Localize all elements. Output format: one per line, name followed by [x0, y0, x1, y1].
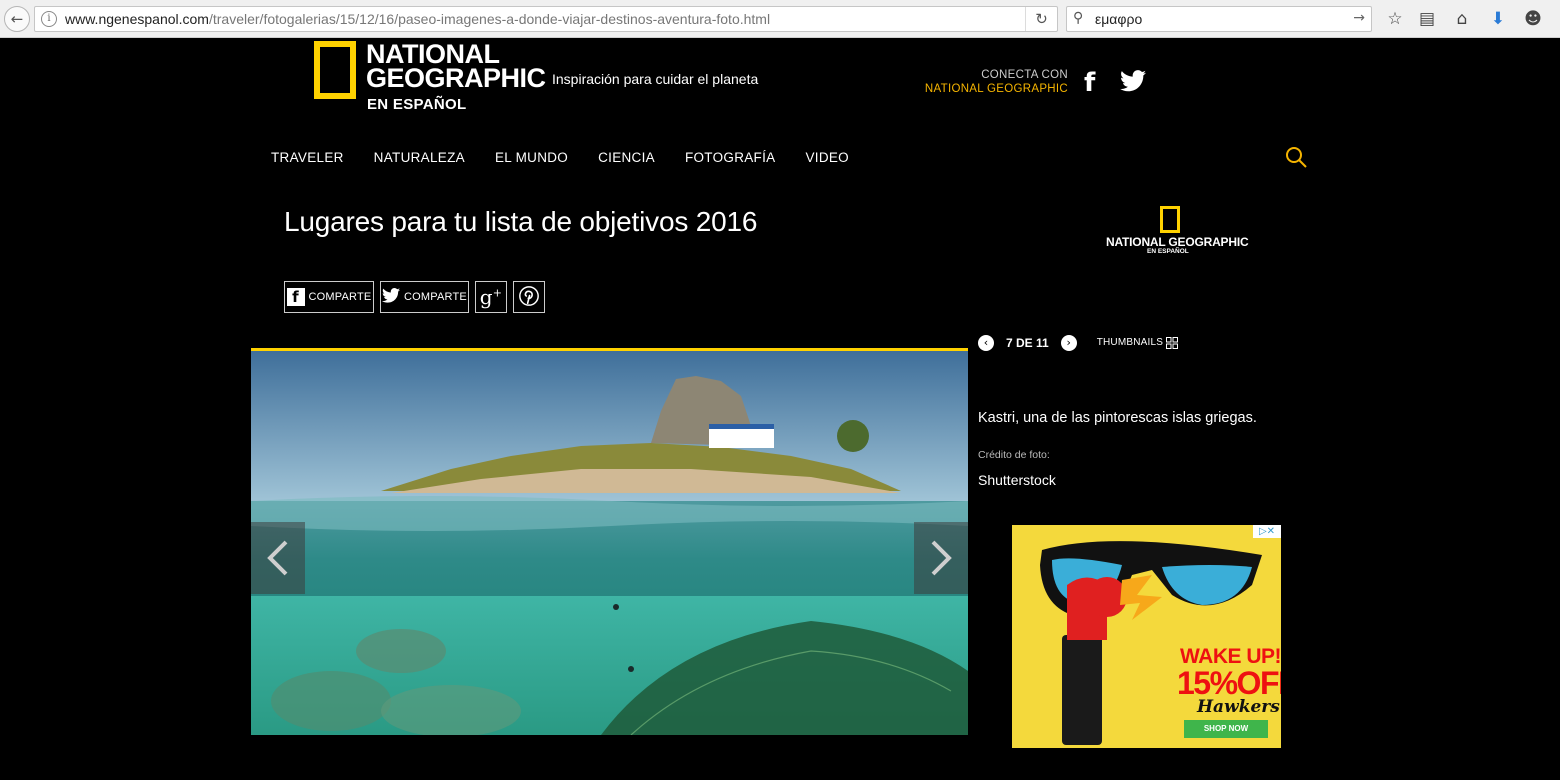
prev-photo-button[interactable] [251, 522, 305, 594]
share-pinterest-button[interactable] [513, 281, 545, 313]
main-nav: TRAVELER NATURALEZA EL MUNDO CIENCIA FOT… [271, 150, 849, 165]
search-input[interactable]: εμαφρο [1095, 11, 1142, 27]
twitter-icon[interactable] [1120, 70, 1146, 97]
nav-item-ciencia[interactable]: CIENCIA [598, 150, 655, 165]
facebook-icon[interactable]: f [1084, 68, 1095, 98]
browser-toolbar: ← i www.ngenespanol.com/traveler/fotogal… [0, 0, 1560, 38]
reload-icon[interactable]: ↻ [1025, 7, 1057, 31]
search-bar[interactable]: ⚲ εμαφρο → [1066, 6, 1372, 32]
twitter-icon [382, 288, 401, 306]
thumbnails-link[interactable]: THUMBNAILS [1096, 337, 1179, 349]
side-logo-text: NATIONAL GEOGRAPHIC [1106, 235, 1249, 249]
bookmark-star-icon[interactable]: ☆ [1383, 7, 1407, 31]
url-text[interactable]: www.ngenespanol.com/traveler/fotogaleria… [65, 11, 770, 27]
gallery-photo [251, 348, 968, 735]
nat-geo-logo-frame[interactable] [314, 41, 356, 99]
ad-brand: Hawkers [1197, 697, 1280, 717]
gallery-pager: ‹ 7 DE 11 › THUMBNAILS [978, 335, 1179, 351]
pager-next-icon[interactable]: › [1060, 335, 1077, 351]
photo-credit: Shutterstock [978, 472, 1056, 488]
logo-sub: EN ESPAÑOL [367, 96, 467, 113]
share-twitter-label: COMPARTE [404, 291, 467, 303]
tagline: Inspiración para cuidar el planeta [552, 71, 759, 87]
share-twitter-button[interactable]: COMPARTE [380, 281, 469, 313]
share-googleplus-button[interactable]: g+ [475, 281, 507, 313]
credit-label: Crédito de foto: [978, 449, 1050, 461]
ad-shop-now-button[interactable]: SHOP NOW [1184, 720, 1268, 738]
connect-line1: CONECTA CON [981, 69, 1068, 81]
side-logo-sub: EN ESPAÑOL [1147, 248, 1189, 255]
chevron-left-icon [267, 540, 288, 576]
logo-line2: GEOGRAPHIC [366, 63, 546, 93]
grid-icon [1166, 337, 1179, 349]
go-icon[interactable]: → [1353, 10, 1365, 26]
connect-line2: NATIONAL GEOGRAPHIC [924, 83, 1068, 95]
share-facebook-label: COMPARTE [308, 291, 372, 303]
nav-item-naturaleza[interactable]: NATURALEZA [374, 150, 465, 165]
nav-item-fotografia[interactable]: FOTOGRAFÍA [685, 150, 776, 165]
site-logo[interactable]: NATIONAL GEOGRAPHIC [366, 41, 546, 93]
googleplus-icon: g+ [479, 285, 503, 309]
photo-caption: Kastri, una de las pintorescas islas gri… [978, 410, 1257, 426]
thumbnails-label: THUMBNAILS [1096, 337, 1164, 348]
home-icon[interactable]: ⌂ [1450, 7, 1474, 31]
address-bar[interactable]: i www.ngenespanol.com/traveler/fotogaler… [34, 6, 1058, 32]
connect-block: CONECTA CON NATIONAL GEOGRAPHIC [925, 68, 1068, 96]
nav-item-el-mundo[interactable]: EL MUNDO [495, 150, 568, 165]
chevron-right-icon [931, 540, 952, 576]
facebook-icon: f [286, 288, 305, 306]
site-search-icon[interactable] [1284, 145, 1308, 174]
info-icon[interactable]: i [41, 11, 57, 27]
smiley-icon[interactable]: ☻ [1521, 7, 1545, 31]
page-title: Lugares para tu lista de objetivos 2016 [284, 206, 758, 237]
back-icon[interactable]: ← [4, 6, 30, 32]
pinterest-icon [518, 285, 540, 310]
nav-item-traveler[interactable]: TRAVELER [271, 150, 344, 165]
download-icon[interactable]: ⬇ [1486, 7, 1510, 31]
pager-prev-icon[interactable]: ‹ [978, 335, 994, 351]
search-icon: ⚲ [1073, 10, 1084, 26]
ad-banner[interactable]: ▷✕ WAKE UP! 15%OFF Hawkers SHOP NOW [1012, 525, 1281, 748]
next-photo-button[interactable] [914, 522, 968, 594]
pager-count: 7 DE 11 [1006, 336, 1049, 350]
nav-item-video[interactable]: VIDEO [805, 150, 849, 165]
side-logo-frame [1160, 206, 1180, 233]
reading-list-icon[interactable]: ▤ [1415, 7, 1439, 31]
share-facebook-button[interactable]: f COMPARTE [284, 281, 374, 313]
